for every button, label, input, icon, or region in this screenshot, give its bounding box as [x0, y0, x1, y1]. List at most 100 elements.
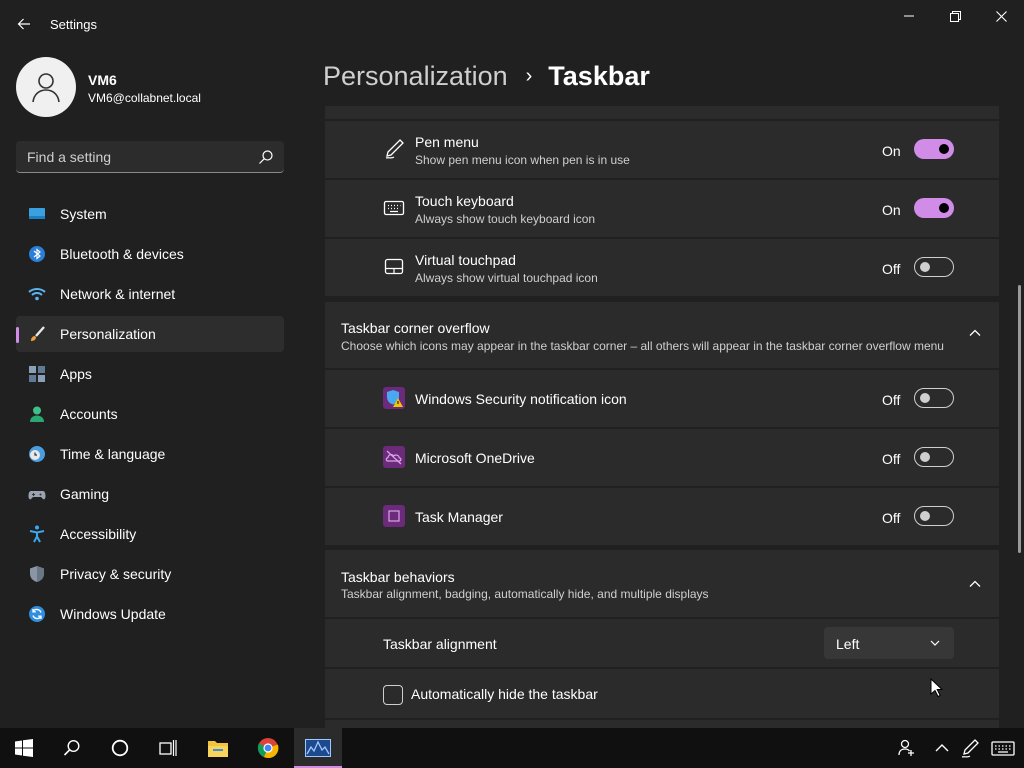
- sidebar-item-label: Privacy & security: [60, 566, 172, 582]
- pen-menu-description: Show pen menu icon when pen is in use: [415, 153, 630, 167]
- clock-globe-icon: [29, 446, 45, 462]
- sidebar-item-privacy[interactable]: Privacy & security: [16, 556, 284, 592]
- taskbar: [0, 728, 1024, 768]
- behaviors-title: Taskbar behaviors: [341, 569, 455, 585]
- search-box[interactable]: [16, 141, 284, 173]
- file-explorer-icon: [208, 741, 228, 757]
- chevron-up-icon[interactable]: [967, 576, 983, 592]
- sidebar-item-label: Gaming: [60, 486, 110, 502]
- keyboard-icon[interactable]: [991, 738, 1015, 758]
- onedrive-icon: [383, 446, 405, 468]
- toggle-knob: [920, 262, 930, 272]
- virtual-touchpad-toggle[interactable]: [914, 257, 954, 277]
- touch-keyboard-state: On: [882, 202, 901, 218]
- settings-app-icon: [305, 739, 331, 757]
- sidebar-item-label: Personalization: [60, 326, 156, 342]
- touch-keyboard-row: Touch keyboard Always show touch keyboar…: [325, 180, 999, 237]
- toggle-knob: [939, 144, 949, 154]
- sidebar-item-system[interactable]: System: [16, 196, 284, 232]
- sidebar-item-label: Accessibility: [60, 526, 137, 542]
- onedrive-row: Microsoft OneDrive Off: [325, 429, 999, 486]
- search-icon[interactable]: [258, 149, 274, 165]
- settings-card-partial: [325, 720, 999, 728]
- behaviors-header[interactable]: Taskbar behaviors Taskbar alignment, bad…: [325, 550, 999, 617]
- restore-icon: [949, 10, 961, 22]
- sidebar-item-windows-update[interactable]: Windows Update: [16, 596, 284, 632]
- scrollbar-thumb[interactable]: [1018, 285, 1021, 553]
- toggle-knob: [939, 203, 949, 213]
- windows-start-icon: [15, 739, 33, 757]
- alignment-value: Left: [836, 636, 860, 652]
- autohide-checkbox[interactable]: [383, 685, 403, 705]
- app-title: Settings: [50, 17, 97, 32]
- start-button[interactable]: [0, 728, 48, 768]
- sidebar-item-gaming[interactable]: Gaming: [16, 476, 284, 512]
- minimize-button[interactable]: [886, 4, 932, 28]
- toggle-knob: [920, 393, 930, 403]
- back-button[interactable]: [12, 12, 36, 36]
- breadcrumb-parent[interactable]: Personalization: [323, 61, 508, 92]
- onedrive-state: Off: [882, 451, 901, 467]
- taskbar-search-button[interactable]: [48, 728, 96, 768]
- sidebar-item-personalization[interactable]: Personalization: [16, 316, 284, 352]
- task-view-button[interactable]: [144, 728, 192, 768]
- update-icon: [29, 606, 45, 622]
- sidebar-item-time-language[interactable]: Time & language: [16, 436, 284, 472]
- chevron-up-icon[interactable]: [932, 738, 952, 758]
- sidebar-item-label: Apps: [60, 366, 92, 382]
- pen-menu-state: On: [882, 143, 901, 159]
- settings-card-partial: [325, 106, 999, 119]
- search-input[interactable]: [16, 141, 256, 172]
- minimize-icon: [904, 15, 914, 17]
- task-view-icon: [159, 740, 177, 756]
- windows-security-state: Off: [882, 392, 901, 408]
- corner-overflow-title: Taskbar corner overflow: [341, 320, 490, 336]
- avatar[interactable]: [16, 57, 76, 117]
- touchpad-icon: [384, 258, 404, 275]
- behaviors-description: Taskbar alignment, badging, automaticall…: [341, 587, 709, 601]
- gamepad-icon: [28, 491, 46, 500]
- virtual-touchpad-row: Virtual touchpad Always show virtual tou…: [325, 239, 999, 296]
- profile-name: VM6: [88, 72, 117, 88]
- virtual-touchpad-description: Always show virtual touchpad icon: [415, 271, 598, 285]
- sidebar-item-bluetooth[interactable]: Bluetooth & devices: [16, 236, 284, 272]
- virtual-touchpad-state: Off: [882, 261, 901, 277]
- page-title: Taskbar: [548, 60, 650, 91]
- pen-icon[interactable]: [960, 738, 980, 758]
- settings-app-button[interactable]: [294, 728, 342, 768]
- corner-overflow-description: Choose which icons may appear in the tas…: [341, 339, 944, 353]
- windows-security-toggle[interactable]: [914, 388, 954, 408]
- chevron-up-icon[interactable]: [967, 325, 983, 341]
- sidebar-item-label: System: [60, 206, 107, 222]
- pen-menu-toggle[interactable]: [914, 139, 954, 159]
- alignment-dropdown[interactable]: Left: [824, 627, 954, 659]
- sidebar-item-label: Network & internet: [60, 286, 176, 302]
- restore-button[interactable]: [932, 4, 978, 28]
- brush-icon: [31, 326, 45, 341]
- settings-content: Pen menu Show pen menu icon when pen is …: [325, 106, 999, 728]
- wifi-icon: [28, 288, 46, 301]
- touch-keyboard-toggle[interactable]: [914, 198, 954, 218]
- toggle-knob: [920, 511, 930, 521]
- pen-icon: [385, 139, 404, 159]
- cortana-circle-icon: [111, 739, 129, 757]
- sidebar-item-label: Windows Update: [60, 606, 166, 622]
- cortana-button[interactable]: [96, 728, 144, 768]
- task-manager-toggle[interactable]: [914, 506, 954, 526]
- file-explorer-button[interactable]: [194, 728, 242, 768]
- sidebar-item-network[interactable]: Network & internet: [16, 276, 284, 312]
- sidebar-item-apps[interactable]: Apps: [16, 356, 284, 392]
- task-manager-row: Task Manager Off: [325, 488, 999, 545]
- windows-security-row: Windows Security notification icon Off: [325, 370, 999, 427]
- autohide-label: Automatically hide the taskbar: [411, 686, 598, 702]
- onedrive-toggle[interactable]: [914, 447, 954, 467]
- people-icon[interactable]: [897, 738, 917, 758]
- chrome-button[interactable]: [244, 728, 292, 768]
- corner-overflow-header[interactable]: Taskbar corner overflow Choose which ico…: [325, 302, 999, 368]
- title-bar: Settings: [0, 0, 1024, 48]
- virtual-touchpad-label: Virtual touchpad: [415, 252, 516, 268]
- close-button[interactable]: [978, 4, 1024, 28]
- close-icon: [995, 10, 1007, 22]
- sidebar-item-accessibility[interactable]: Accessibility: [16, 516, 284, 552]
- sidebar-item-accounts[interactable]: Accounts: [16, 396, 284, 432]
